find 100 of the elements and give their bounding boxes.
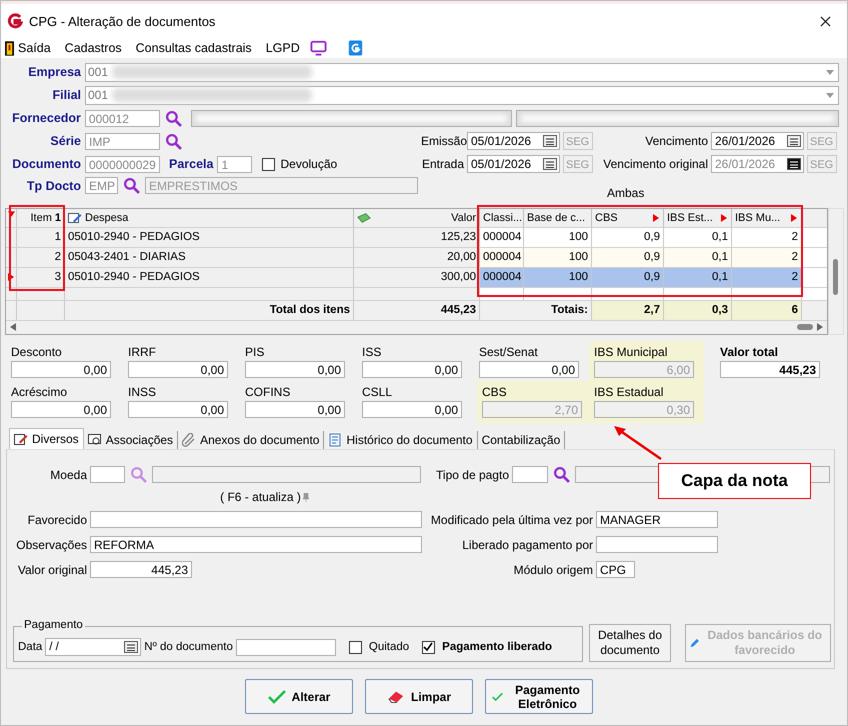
menu-item[interactable]: Saída — [5, 40, 51, 56]
tab[interactable]: Anexos do documento — [178, 431, 324, 449]
vertical-scrollbar[interactable] — [828, 208, 844, 335]
pencil-icon — [68, 212, 82, 224]
search-icon[interactable] — [123, 177, 140, 194]
amount-field[interactable]: 0,00 — [479, 361, 579, 378]
column-header[interactable]: CBS — [592, 209, 664, 227]
calendar-icon[interactable] — [543, 135, 557, 147]
table-cell: 125,23 — [354, 228, 480, 247]
document-number-field[interactable] — [236, 638, 336, 656]
monitor-icon[interactable] — [310, 40, 327, 56]
supplier-name-field[interactable] — [190, 110, 512, 126]
column-header[interactable]: Item 1 — [17, 209, 65, 227]
callout-text: Capa da nota — [681, 471, 788, 491]
return-checkbox[interactable] — [262, 158, 276, 170]
branch-dropdown[interactable]: 001 — [85, 86, 839, 104]
action-button[interactable]: Limpar — [365, 679, 473, 714]
close-icon[interactable] — [820, 16, 831, 26]
checkbox-label: Pagamento liberado — [442, 641, 552, 653]
table-cell: 000004 — [480, 228, 524, 247]
tab[interactable]: Histórico do documento — [324, 431, 478, 449]
document-number-field[interactable]: 0000000029 — [85, 156, 160, 172]
field-label: Vencimento — [644, 134, 708, 148]
calendar-icon[interactable] — [124, 641, 138, 653]
pencil-icon — [14, 432, 28, 446]
date-field[interactable]: 05/01/2026 — [467, 132, 560, 150]
tab[interactable]: Diversos — [9, 428, 84, 449]
payment-type-field[interactable] — [512, 466, 548, 483]
series-field[interactable]: IMP — [85, 132, 160, 150]
released-by-field[interactable] — [596, 536, 718, 553]
app-logo-icon[interactable] — [346, 40, 364, 56]
menu-item[interactable]: LGPD — [266, 41, 300, 55]
table-cell: 0,1 — [664, 248, 732, 267]
amount-field[interactable]: 0,00 — [128, 401, 228, 418]
action-button[interactable]: Alterar — [245, 679, 353, 714]
document-type-field[interactable]: EMP — [85, 177, 118, 194]
total-value: 6 — [732, 300, 802, 320]
scroll-right-icon[interactable] — [817, 323, 823, 332]
amount-field[interactable]: 0,00 — [128, 361, 228, 378]
currency-field[interactable] — [90, 466, 125, 483]
column-header[interactable]: IBS Mu... — [732, 209, 802, 227]
calendar-icon[interactable] — [543, 158, 557, 170]
side-button[interactable]: Detalhes do documento — [589, 624, 671, 662]
table-cell: 000004 — [480, 248, 524, 267]
table-cell: 100 — [524, 248, 592, 267]
date-field[interactable]: / / — [45, 638, 142, 656]
payee-field[interactable] — [90, 511, 422, 528]
scroll-left-icon[interactable] — [10, 323, 16, 332]
column-header[interactable]: IBS Est... — [664, 209, 732, 227]
field-label: CSLL — [362, 385, 394, 401]
action-button[interactable]: Pagamento Eletrônico — [485, 679, 593, 714]
filter-marker-icon — [653, 214, 659, 222]
table-cell: 2 — [732, 248, 802, 267]
amount-field[interactable]: 0,00 — [362, 401, 462, 418]
original-amount-field[interactable]: 445,23 — [90, 561, 192, 578]
total-label: Total dos itens — [65, 300, 354, 320]
field-label: ISS — [362, 345, 382, 361]
field-label: Valor total — [720, 345, 780, 361]
field-label: Valor original — [16, 562, 87, 576]
origin-module-field[interactable]: CPG — [596, 561, 635, 578]
calendar-icon[interactable] — [787, 135, 801, 147]
checkbox-label: Devolução — [280, 157, 338, 171]
menu-item[interactable]: Cadastros — [64, 41, 122, 55]
column-header[interactable]: Classi... — [480, 209, 524, 227]
amount-field[interactable]: 0,00 — [245, 361, 345, 378]
amount-field[interactable]: 0,00 — [245, 401, 345, 418]
filter-marker-icon — [791, 214, 797, 222]
modified-by-field[interactable]: MANAGER — [596, 511, 718, 528]
total-amount-field: 445,23 — [720, 361, 820, 378]
scroll-thumb[interactable] — [797, 324, 813, 330]
window-title: CPG - Alteração de documentos — [29, 14, 216, 28]
search-icon[interactable] — [165, 132, 182, 150]
installment-field[interactable]: 1 — [217, 156, 252, 172]
field-label: IBS Estadual — [594, 385, 664, 401]
current-row-icon — [8, 273, 14, 282]
search-icon[interactable] — [553, 466, 570, 483]
amount-field[interactable]: 0,00 — [362, 361, 462, 378]
column-header[interactable]: Valor — [354, 209, 480, 227]
table-cell: 2 — [17, 248, 65, 267]
tab[interactable]: Contabilização — [478, 431, 566, 449]
column-header[interactable]: Base de c... — [524, 209, 592, 227]
date-field[interactable]: 26/01/2026 — [711, 132, 804, 150]
total-value: 445,23 — [354, 300, 480, 320]
supplier-code-field[interactable]: 000012 — [84, 110, 160, 126]
horizontal-scrollbar[interactable] — [6, 320, 827, 334]
field-label: Liberado pagamento por — [461, 538, 593, 552]
amount-field[interactable]: 0,00 — [11, 401, 111, 418]
table-cell: 0,1 — [664, 268, 732, 287]
date-field[interactable]: 05/01/2026 — [467, 155, 560, 173]
paid-checkbox[interactable] — [348, 640, 362, 654]
notes-field[interactable]: REFORMA — [90, 536, 422, 553]
search-icon[interactable] — [164, 110, 182, 126]
company-dropdown[interactable]: 001 — [85, 62, 839, 82]
amount-field[interactable]: 0,00 — [11, 361, 111, 378]
tab[interactable]: Associações — [84, 431, 178, 449]
table-cell: 3 — [17, 268, 65, 287]
menu-item[interactable]: Consultas cadastrais — [136, 41, 252, 55]
supplier-document-field[interactable] — [516, 110, 840, 126]
payment-released-checkbox[interactable] — [422, 640, 436, 654]
column-header[interactable]: Despesa — [65, 209, 354, 227]
